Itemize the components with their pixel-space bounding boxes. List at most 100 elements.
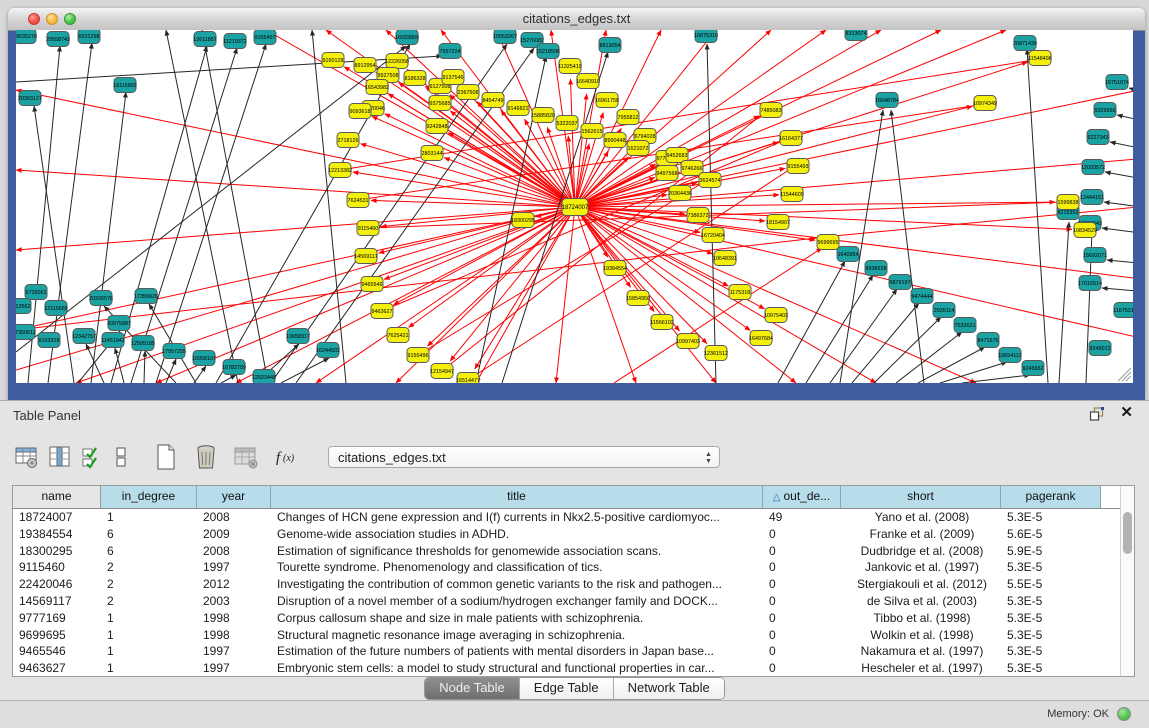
graph-node[interactable]: 7386372 bbox=[687, 208, 709, 223]
graph-node[interactable]: 9465546 bbox=[361, 277, 383, 292]
graph-node[interactable]: 8912954 bbox=[354, 58, 376, 73]
edge[interactable] bbox=[1059, 222, 1069, 383]
graph-node[interactable]: 11544609 bbox=[780, 187, 804, 202]
graph-node[interactable]: 9245012 bbox=[1089, 341, 1111, 356]
column-header-pagerank[interactable]: pagerank bbox=[1001, 486, 1101, 508]
delete-column-icon[interactable] bbox=[193, 443, 219, 471]
graph-node[interactable]: 11451943 bbox=[101, 333, 125, 348]
graph-node[interactable]: 12093572 bbox=[1081, 160, 1105, 175]
show-columns-icon[interactable] bbox=[47, 443, 73, 471]
graph-node[interactable]: 16514477 bbox=[456, 373, 480, 384]
graph-node[interactable]: 12115689 bbox=[44, 301, 68, 316]
citation-network-graph[interactable]: 1903527820558743653129812611857112193729… bbox=[16, 30, 1133, 383]
graph-node[interactable]: 5735061 bbox=[25, 285, 47, 300]
edge[interactable] bbox=[575, 30, 1006, 207]
memory-status-icon[interactable] bbox=[1117, 707, 1131, 721]
graph-node[interactable]: 11566102 bbox=[650, 315, 674, 330]
graph-node[interactable]: 2935114 bbox=[933, 303, 955, 318]
graph-node[interactable]: 15692071 bbox=[1083, 248, 1107, 263]
vertical-scrollbar[interactable] bbox=[1120, 486, 1134, 676]
graph-node[interactable]: 1640954 bbox=[837, 247, 859, 262]
edge[interactable] bbox=[962, 375, 1030, 383]
graph-node[interactable]: 9699695 bbox=[817, 235, 839, 250]
table-row[interactable]: 977716911998Corpus callosum shape and si… bbox=[13, 610, 1134, 627]
graph-node[interactable]: 11219372 bbox=[223, 34, 247, 49]
graph-node[interactable]: 18300295 bbox=[511, 213, 535, 228]
graph-node[interactable]: 9375685 bbox=[429, 96, 451, 111]
edge[interactable] bbox=[575, 207, 707, 344]
graph-node[interactable]: 16875310 bbox=[694, 30, 718, 43]
graph-node[interactable]: 15751074 bbox=[1105, 75, 1129, 90]
graph-node[interactable]: 9155497 bbox=[254, 30, 276, 45]
edge[interactable] bbox=[940, 362, 1007, 383]
edge[interactable] bbox=[202, 30, 268, 383]
graph-node[interactable]: 11325419 bbox=[558, 59, 582, 74]
graph-node[interactable]: 8813054 bbox=[599, 38, 621, 53]
graph-node[interactable]: 30975887 bbox=[107, 316, 131, 331]
graph-node[interactable]: 9146821 bbox=[507, 101, 529, 116]
graph-node[interactable]: 10974349 bbox=[973, 96, 997, 111]
graph-node[interactable]: 9497568 bbox=[656, 166, 678, 181]
graph-node[interactable]: 12361512 bbox=[704, 346, 728, 361]
graph-node[interactable]: 17359928 bbox=[134, 289, 158, 304]
graph-node[interactable]: 20206576 bbox=[89, 291, 113, 306]
graph-node[interactable]: 12444151 bbox=[1080, 190, 1104, 205]
graph-node[interactable]: 5322037 bbox=[556, 116, 578, 131]
graph-node[interactable]: 19035278 bbox=[16, 30, 37, 44]
graph-node[interactable]: 6531298 bbox=[78, 30, 100, 44]
edge[interactable] bbox=[891, 110, 924, 383]
table-selector-dropdown[interactable]: citations_edges.txt ▲▼ bbox=[328, 446, 720, 468]
edge[interactable] bbox=[194, 366, 206, 383]
graph-node[interactable]: 10834529 bbox=[1073, 223, 1097, 238]
edge[interactable] bbox=[385, 114, 575, 207]
network-canvas[interactable]: 1903527820558743653129812611857112193729… bbox=[16, 30, 1133, 383]
edge[interactable] bbox=[266, 30, 575, 207]
graph-node[interactable]: 10658317 bbox=[286, 329, 310, 344]
graph-node[interactable]: 10654112 bbox=[998, 348, 1022, 363]
graph-node[interactable]: 1599838 bbox=[1057, 195, 1079, 210]
graph-node[interactable]: 10997403 bbox=[676, 334, 700, 349]
graph-node[interactable]: 8186328 bbox=[404, 71, 426, 86]
graph-node[interactable]: 10553267 bbox=[493, 30, 517, 44]
graph-node[interactable]: 9463627 bbox=[371, 304, 393, 319]
graph-node[interactable]: 9155496 bbox=[407, 348, 429, 363]
table-row[interactable]: 1872400712008Changes of HCN gene express… bbox=[13, 509, 1134, 526]
column-header-year[interactable]: year bbox=[197, 486, 271, 508]
graph-node[interactable]: 17350612 bbox=[16, 325, 36, 340]
table-row[interactable]: 1938455462009Genome-wide association stu… bbox=[13, 526, 1134, 543]
graph-node[interactable]: 7955812 bbox=[617, 110, 639, 125]
edge[interactable] bbox=[360, 144, 575, 207]
edge[interactable] bbox=[614, 248, 822, 383]
edge[interactable] bbox=[1104, 202, 1133, 208]
edge[interactable] bbox=[371, 200, 575, 207]
edge[interactable] bbox=[1110, 142, 1133, 150]
graph-node[interactable]: 9160128 bbox=[322, 53, 344, 68]
graph-node[interactable]: 20558743 bbox=[46, 32, 70, 47]
graph-node[interactable]: 16958107 bbox=[192, 351, 216, 366]
select-columns-icon[interactable] bbox=[80, 443, 106, 471]
graph-node[interactable]: 11675312 bbox=[1113, 303, 1133, 318]
graph-node[interactable]: 16640910 bbox=[576, 74, 600, 89]
scrollbar-thumb[interactable] bbox=[1123, 512, 1132, 554]
edge[interactable] bbox=[156, 44, 266, 383]
column-header-short[interactable]: short bbox=[841, 486, 1001, 508]
graph-node[interactable]: 7625421 bbox=[387, 328, 409, 343]
graph-node[interactable]: 8938928 bbox=[865, 261, 887, 276]
graph-node[interactable]: 3913562 bbox=[16, 299, 31, 314]
delete-table-icon[interactable] bbox=[232, 443, 258, 471]
graph-node[interactable]: 15885820 bbox=[531, 108, 555, 123]
graph-node[interactable]: 7485083 bbox=[760, 103, 782, 118]
graph-node[interactable]: 9227343 bbox=[1087, 130, 1109, 145]
graph-node[interactable]: 16164377 bbox=[779, 131, 803, 146]
graph-node[interactable]: 9155493 bbox=[787, 159, 809, 174]
graph-node[interactable]: 10975403 bbox=[764, 308, 788, 323]
edge[interactable] bbox=[918, 347, 985, 383]
graph-node[interactable]: 12213382 bbox=[328, 163, 352, 178]
edge[interactable] bbox=[221, 375, 236, 383]
graph-node[interactable]: 6879197 bbox=[889, 275, 911, 290]
graph-node[interactable]: 19384554 bbox=[603, 261, 627, 276]
edge[interactable] bbox=[1102, 288, 1133, 292]
table-row[interactable]: 1456911722003Disruption of a novel membe… bbox=[13, 593, 1134, 610]
edge[interactable] bbox=[131, 48, 237, 383]
graph-node[interactable]: 1562615 bbox=[581, 124, 603, 139]
